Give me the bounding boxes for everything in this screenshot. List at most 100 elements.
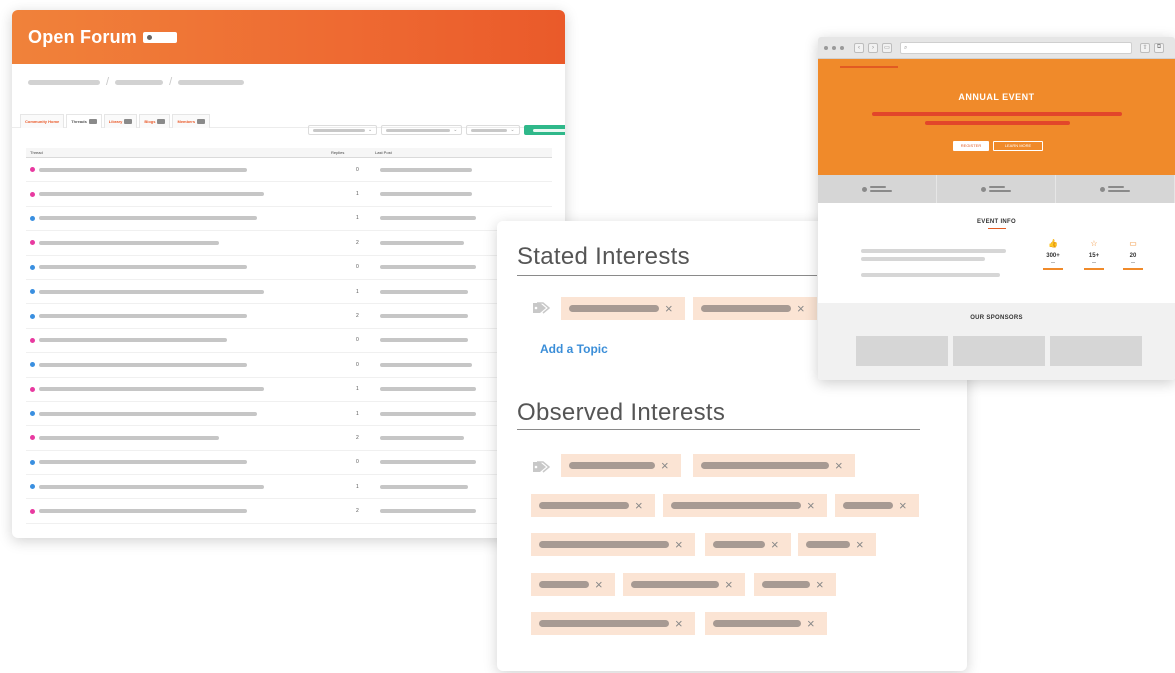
thread-last-post bbox=[380, 362, 472, 367]
breadcrumb-item[interactable] bbox=[28, 79, 100, 85]
window-dot-icon[interactable] bbox=[832, 45, 836, 50]
table-row[interactable]: 0 bbox=[26, 256, 552, 280]
thread-last-post bbox=[380, 240, 464, 245]
table-row[interactable]: 1 bbox=[26, 207, 552, 232]
thumbs-up-icon: 👍 bbox=[1048, 239, 1058, 248]
sponsors-section: OUR SPONSORS bbox=[818, 303, 1175, 380]
remove-chip-icon[interactable]: × bbox=[661, 459, 669, 472]
remove-chip-icon[interactable]: × bbox=[675, 617, 683, 630]
hero-nav[interactable] bbox=[840, 66, 898, 68]
remove-chip-icon[interactable]: × bbox=[635, 499, 643, 512]
table-row[interactable]: 2 bbox=[26, 231, 552, 256]
remove-chip-icon[interactable]: × bbox=[665, 302, 673, 315]
back-icon[interactable]: ‹ bbox=[854, 42, 864, 53]
observed-interests-title: Observed Interests bbox=[517, 399, 726, 426]
thread-title[interactable] bbox=[39, 460, 247, 465]
remove-chip-icon[interactable]: × bbox=[835, 459, 843, 472]
event-detail bbox=[937, 175, 1056, 203]
table-row[interactable]: 1 bbox=[26, 182, 552, 207]
filter-dropdown[interactable]: ⌄ bbox=[308, 125, 378, 135]
thread-last-post bbox=[380, 509, 476, 514]
table-row[interactable]: 1 bbox=[26, 378, 552, 402]
thread-title[interactable] bbox=[39, 265, 247, 270]
thread-title[interactable] bbox=[39, 484, 264, 489]
thread-title[interactable] bbox=[39, 289, 264, 294]
thread-title[interactable] bbox=[39, 387, 264, 392]
remove-chip-icon[interactable]: × bbox=[816, 578, 824, 591]
breadcrumb-item[interactable] bbox=[178, 79, 245, 85]
threads-table: Thread Replies Last Post 0 1 1 2 0 1 2 0 0 1 1 2 0 1 2 bbox=[26, 148, 552, 524]
tab-library[interactable]: Library bbox=[103, 114, 138, 128]
table-row[interactable]: 0 bbox=[26, 451, 552, 476]
forward-icon[interactable]: › bbox=[868, 42, 878, 53]
remove-chip-icon[interactable]: × bbox=[675, 538, 683, 551]
sidebar-icon[interactable]: ▭ bbox=[882, 42, 892, 53]
table-row[interactable]: 2 bbox=[26, 499, 552, 524]
remove-chip-icon[interactable]: × bbox=[856, 538, 864, 551]
remove-chip-icon[interactable]: × bbox=[797, 302, 805, 315]
filter-dropdown[interactable]: ⌄ bbox=[466, 125, 520, 135]
thread-title[interactable] bbox=[39, 362, 247, 367]
table-row[interactable]: 1 bbox=[26, 475, 552, 500]
window-dot-icon[interactable] bbox=[840, 45, 844, 50]
table-row[interactable]: 1 bbox=[26, 402, 552, 427]
thread-status-icon bbox=[30, 484, 35, 490]
breadcrumb-separator: / bbox=[169, 76, 173, 88]
column-header-thread[interactable]: Thread bbox=[26, 150, 331, 155]
tab-threads[interactable]: Threads bbox=[66, 114, 102, 128]
sponsor-logo[interactable] bbox=[953, 336, 1045, 366]
thread-reply-count: 0 bbox=[356, 166, 359, 173]
thread-title[interactable] bbox=[39, 509, 247, 514]
remove-chip-icon[interactable]: × bbox=[771, 538, 779, 551]
thread-title[interactable] bbox=[39, 216, 257, 221]
table-row[interactable]: 0 bbox=[26, 353, 552, 378]
thread-title[interactable] bbox=[39, 167, 247, 172]
table-row[interactable]: 0 bbox=[26, 158, 552, 183]
thread-title[interactable] bbox=[39, 240, 219, 245]
tab-community-home[interactable]: Community Home bbox=[20, 114, 65, 128]
learn-more-button[interactable]: LEARN MORE bbox=[993, 141, 1043, 151]
column-header-last-post[interactable]: Last Post bbox=[375, 150, 392, 155]
browser-chrome: ‹ › ▭ ⌕ ⇧ ⧉ bbox=[818, 37, 1175, 59]
thread-title[interactable] bbox=[39, 338, 227, 343]
thread-reply-count: 2 bbox=[356, 508, 359, 515]
tabs-icon[interactable]: ⧉ bbox=[1154, 42, 1164, 53]
add-topic-link[interactable]: Add a Topic bbox=[540, 342, 608, 356]
interest-chip: × bbox=[705, 612, 827, 635]
remove-chip-icon[interactable]: × bbox=[725, 578, 733, 591]
table-row[interactable]: 2 bbox=[26, 304, 552, 329]
thread-last-post bbox=[380, 435, 464, 440]
table-row[interactable]: 0 bbox=[26, 329, 552, 354]
thread-status-icon bbox=[30, 337, 35, 343]
sponsor-logo[interactable] bbox=[1050, 336, 1142, 366]
register-button[interactable]: REGISTER bbox=[953, 141, 989, 151]
thread-title[interactable] bbox=[39, 192, 264, 197]
thread-last-post bbox=[380, 167, 472, 172]
breadcrumb: / / bbox=[12, 64, 565, 100]
remove-chip-icon[interactable]: × bbox=[595, 578, 603, 591]
search-button[interactable] bbox=[523, 125, 565, 135]
window-dot-icon[interactable] bbox=[824, 45, 828, 50]
remove-chip-icon[interactable]: × bbox=[899, 499, 907, 512]
table-row[interactable]: 2 bbox=[26, 426, 552, 451]
tab-blogs[interactable]: Blogs bbox=[139, 114, 171, 128]
remove-chip-icon[interactable]: × bbox=[807, 499, 815, 512]
breadcrumb-item[interactable] bbox=[115, 79, 164, 85]
thread-status-icon bbox=[30, 362, 35, 368]
detail-icon bbox=[981, 186, 986, 192]
column-header-replies[interactable]: Replies bbox=[331, 150, 375, 155]
filter-dropdown[interactable]: ⌄ bbox=[381, 125, 463, 135]
thread-title[interactable] bbox=[39, 314, 247, 319]
forum-badge bbox=[143, 31, 177, 43]
thread-title[interactable] bbox=[39, 411, 257, 416]
sponsor-logo[interactable] bbox=[856, 336, 948, 366]
tab-members[interactable]: Members bbox=[172, 114, 211, 128]
interest-chip: × bbox=[693, 297, 817, 320]
address-bar[interactable]: ⌕ bbox=[900, 41, 1132, 54]
remove-chip-icon[interactable]: × bbox=[807, 617, 815, 630]
thread-title[interactable] bbox=[39, 435, 219, 440]
chevron-down-icon: ⌄ bbox=[510, 126, 515, 133]
tag-icon bbox=[533, 461, 550, 473]
share-icon[interactable]: ⇧ bbox=[1140, 42, 1150, 53]
table-row[interactable]: 1 bbox=[26, 280, 552, 305]
